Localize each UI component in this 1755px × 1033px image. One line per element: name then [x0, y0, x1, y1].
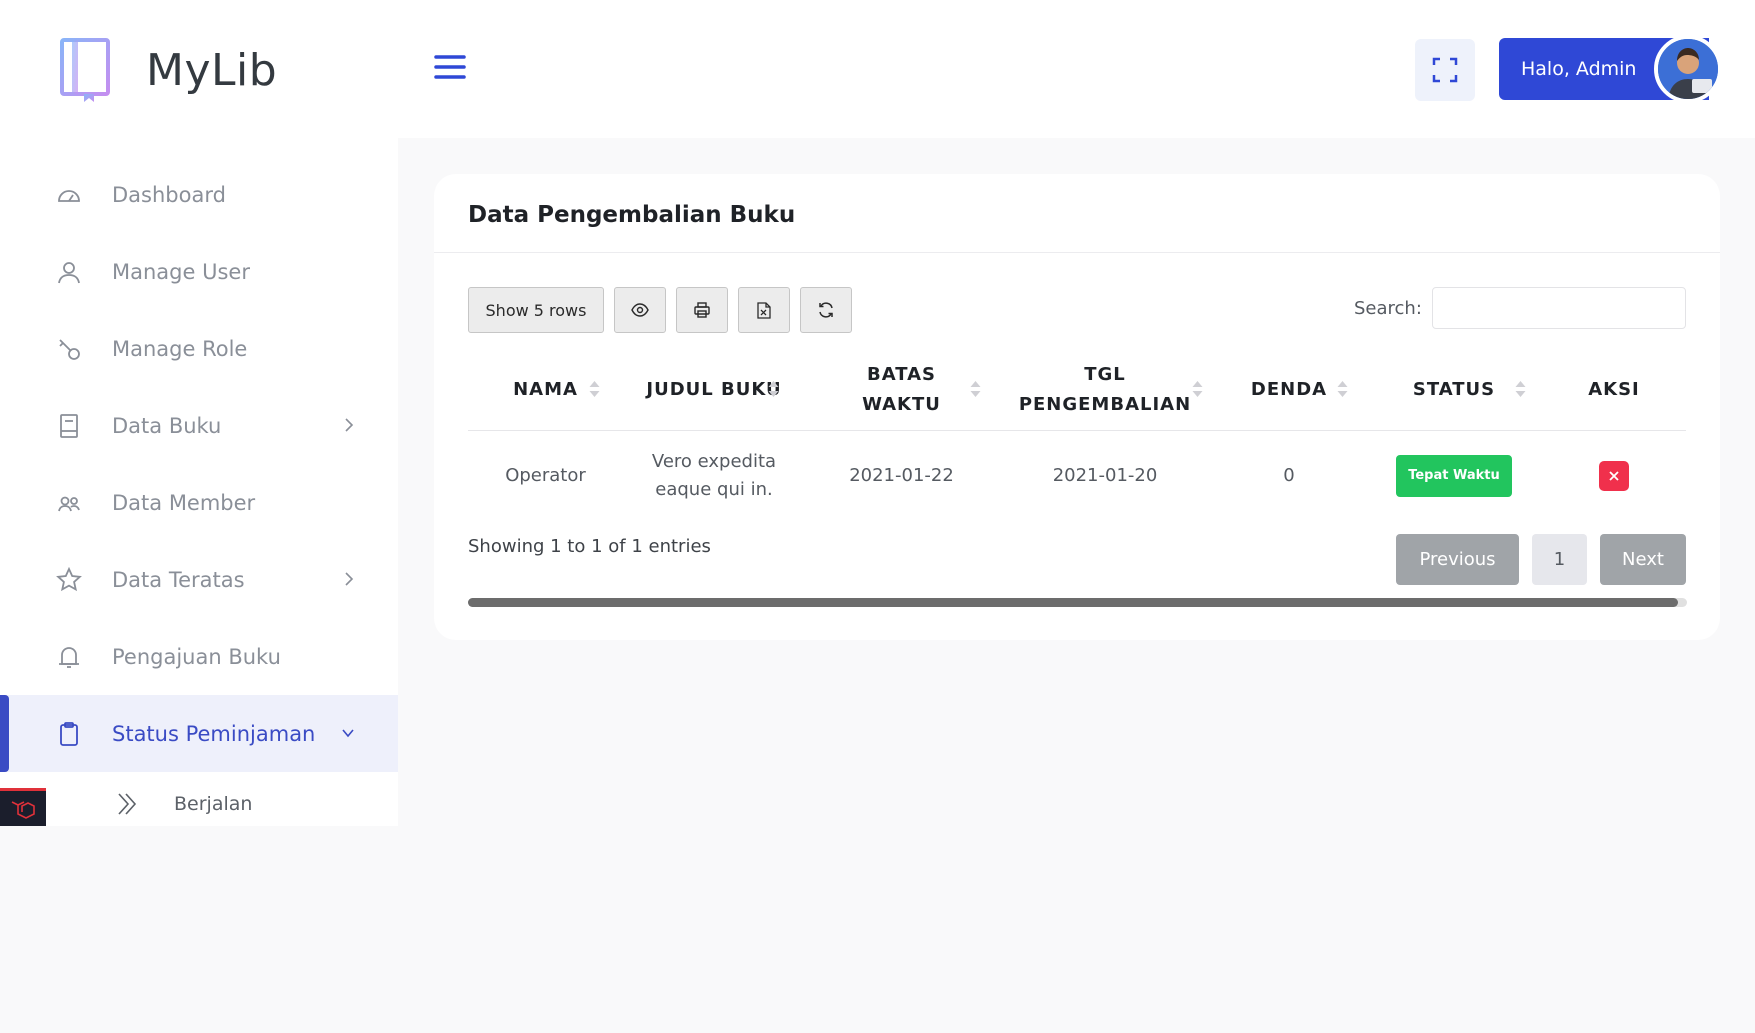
- eye-icon: [631, 303, 649, 317]
- bell-icon: [56, 644, 82, 670]
- next-button[interactable]: Next: [1600, 534, 1686, 585]
- sidebar-item-label: Manage User: [112, 259, 250, 284]
- export-excel-button[interactable]: [738, 287, 790, 333]
- sidebar-item-manage-user[interactable]: Manage User: [0, 233, 398, 310]
- scrollbar-thumb[interactable]: [468, 598, 1678, 607]
- status-badge: Tepat Waktu: [1396, 455, 1512, 498]
- sidebar-item-label: Data Buku: [112, 413, 222, 438]
- book-icon: [60, 38, 110, 102]
- sort-icon: [768, 381, 779, 397]
- column-visibility-button[interactable]: [614, 287, 666, 333]
- sidebar-item-status-peminjaman[interactable]: Status Peminjaman: [0, 695, 398, 772]
- user-greeting: Halo, Admin: [1521, 58, 1637, 80]
- search-label: Search:: [1354, 297, 1422, 319]
- sidebar-menu: Dashboard Manage User Manage Role Data B…: [0, 156, 398, 836]
- sort-icon: [1337, 381, 1348, 397]
- table-info: Showing 1 to 1 of 1 entries: [468, 536, 711, 557]
- chevron-right-icon: [345, 418, 354, 432]
- sort-icon: [1192, 381, 1203, 397]
- table-row: Operator Vero expedita eaque qui in. 2021…: [468, 430, 1686, 522]
- show-rows-button[interactable]: Show 5 rows: [468, 287, 604, 333]
- cell-nama: Operator: [505, 465, 586, 487]
- column-header-batas-waktu[interactable]: BATAS WAKTU: [805, 350, 998, 431]
- cell-judul-buku: Vero expedita eaque qui in.: [651, 451, 777, 501]
- refresh-button[interactable]: [800, 287, 852, 333]
- cell-aksi: [1542, 430, 1686, 522]
- horizontal-scrollbar[interactable]: [468, 598, 1687, 607]
- search-input[interactable]: [1431, 287, 1686, 329]
- print-icon: [694, 302, 710, 318]
- top-header: Halo, Admin: [398, 0, 1755, 138]
- book-outline-icon: [56, 413, 82, 439]
- brand[interactable]: MyLib: [60, 38, 277, 102]
- sidebar-item-label: Dashboard: [112, 182, 226, 207]
- cell-tgl-pengembalian: 2021-01-20: [1052, 465, 1158, 487]
- print-button[interactable]: [676, 287, 728, 333]
- pagination: Previous 1 Next: [1396, 534, 1686, 585]
- sidebar-item-label: Data Member: [112, 490, 256, 515]
- sidebar-item-label: Manage Role: [112, 336, 248, 361]
- avatar[interactable]: [1654, 35, 1722, 103]
- cell-status: Tepat Waktu: [1366, 430, 1542, 522]
- sidebar-item-label: Status Peminjaman: [112, 721, 316, 746]
- column-header-nama[interactable]: NAMA: [468, 350, 623, 431]
- cell-batas-waktu: 2021-01-22: [849, 465, 954, 487]
- sidebar-item-pengajuan-buku[interactable]: Pengajuan Buku: [0, 618, 398, 695]
- show-rows-label: Show 5 rows: [485, 300, 587, 320]
- sidebar-item-dashboard[interactable]: Dashboard: [0, 156, 398, 233]
- sidebar-item-label: Data Teratas: [112, 567, 245, 592]
- cell-denda: 0: [1283, 465, 1295, 487]
- sort-icon: [970, 381, 981, 397]
- sidebar: MyLib Dashboard Manage User Manage Role …: [0, 0, 398, 826]
- double-chevron-right-icon: [118, 793, 137, 815]
- sidebar-item-manage-role[interactable]: Manage Role: [0, 310, 398, 387]
- fullscreen-button[interactable]: [1415, 39, 1475, 101]
- laravel-icon: [11, 800, 35, 819]
- returns-table: NAMA JUDUL BUKU BATAS WAKTU TGL PENGEMBALI…: [468, 350, 1686, 522]
- key-icon: [56, 336, 82, 362]
- chevron-down-icon: [342, 729, 354, 738]
- gauge-icon: [56, 182, 82, 208]
- page-button[interactable]: 1: [1532, 534, 1587, 585]
- returns-card: Data Pengembalian Buku Show 5 rows Searc…: [434, 174, 1720, 640]
- sidebar-item-data-member[interactable]: Data Member: [0, 464, 398, 541]
- sidebar-item-data-buku[interactable]: Data Buku: [0, 387, 398, 464]
- refresh-icon: [819, 302, 833, 318]
- chevron-right-icon: [345, 572, 354, 586]
- search-group: Search:: [1354, 287, 1686, 329]
- column-header-tgl-pengembalian[interactable]: TGL PENGEMBALIAN: [998, 350, 1212, 431]
- sidebar-item-data-teratas[interactable]: Data Teratas: [0, 541, 398, 618]
- users-icon: [56, 490, 82, 516]
- fullscreen-icon: [1432, 57, 1458, 83]
- user-icon: [56, 259, 82, 285]
- excel-icon: [757, 301, 771, 319]
- column-header-denda[interactable]: DENDA: [1212, 350, 1366, 431]
- card-title: Data Pengembalian Buku: [468, 202, 796, 228]
- column-header-aksi: AKSI: [1542, 350, 1686, 431]
- laravel-debug-badge[interactable]: [0, 788, 46, 826]
- column-header-status[interactable]: STATUS: [1366, 350, 1542, 431]
- column-header-judul-buku[interactable]: JUDUL BUKU: [623, 350, 805, 431]
- previous-button[interactable]: Previous: [1396, 534, 1519, 585]
- table-toolbar: Show 5 rows: [468, 287, 862, 333]
- sidebar-subitem-label: Berjalan: [174, 793, 253, 815]
- brand-name: MyLib: [146, 44, 278, 96]
- hamburger-icon[interactable]: [433, 52, 467, 82]
- clipboard-icon: [56, 721, 82, 747]
- sort-icon: [589, 381, 600, 397]
- delete-button[interactable]: [1599, 461, 1629, 492]
- close-icon: [1609, 471, 1619, 481]
- sidebar-subitem-berjalan[interactable]: Berjalan: [0, 772, 398, 836]
- sidebar-item-label: Pengajuan Buku: [112, 644, 281, 669]
- star-icon: [56, 566, 82, 593]
- divider: [434, 252, 1720, 253]
- table-header-row: NAMA JUDUL BUKU BATAS WAKTU TGL PENGEMBALI…: [468, 350, 1686, 431]
- sort-icon: [1515, 381, 1526, 397]
